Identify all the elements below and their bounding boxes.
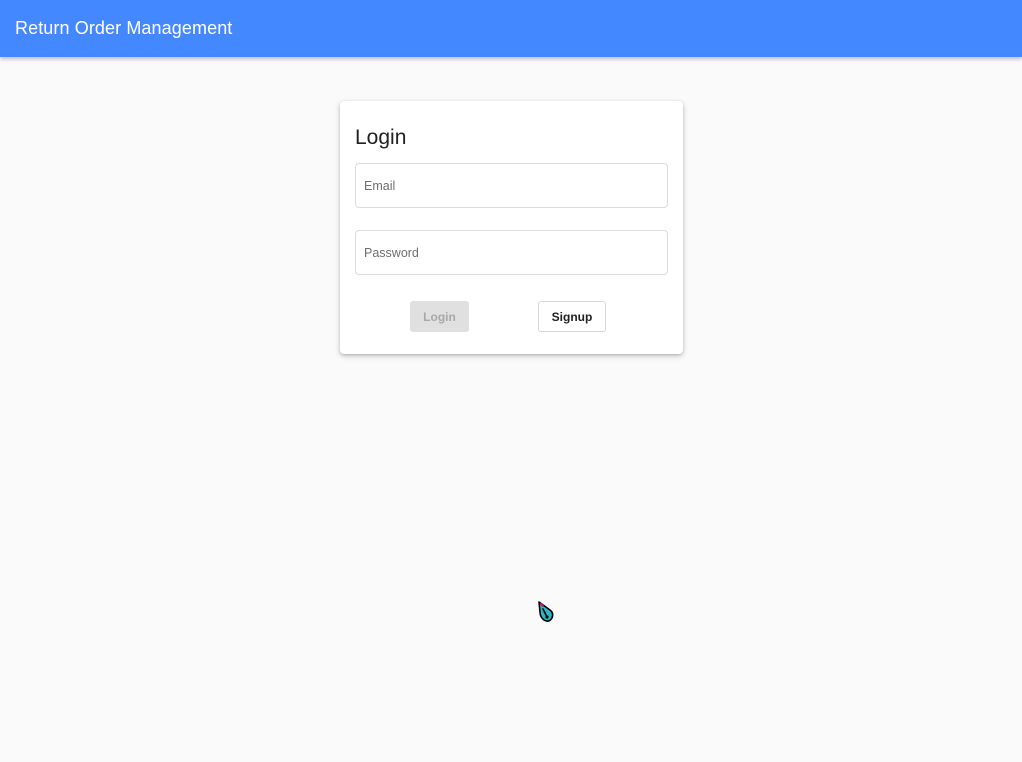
- email-input[interactable]: [356, 164, 667, 207]
- email-field-container: [355, 163, 668, 208]
- login-heading: Login: [355, 126, 407, 149]
- password-field-container: [355, 230, 668, 275]
- app-title: Return Order Management: [15, 18, 233, 38]
- signup-button[interactable]: Signup: [538, 301, 606, 332]
- login-button[interactable]: Login: [410, 301, 469, 332]
- password-input[interactable]: [356, 231, 667, 274]
- login-card: Login Login Signup: [340, 101, 683, 354]
- app-toolbar: Return Order Management: [0, 0, 1022, 57]
- pointer-cursor-icon: [536, 600, 556, 624]
